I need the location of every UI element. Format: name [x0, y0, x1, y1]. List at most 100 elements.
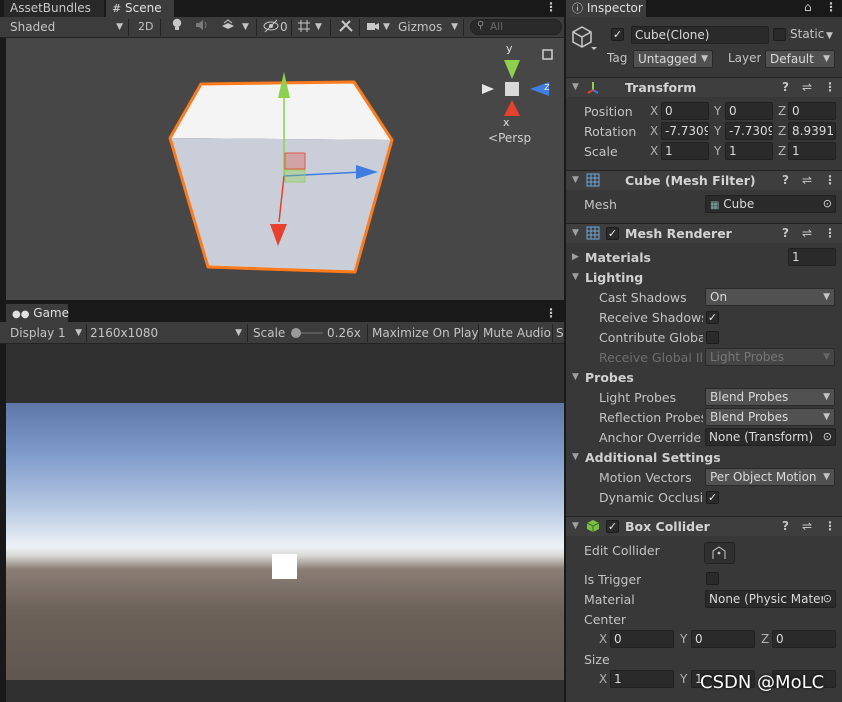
display-dropdown[interactable]: Display 1 ▼	[10, 324, 84, 342]
gizmo-x-cone[interactable]	[504, 100, 520, 116]
chevron-down-icon[interactable]: ▼	[826, 27, 833, 45]
center-x-field[interactable]: 0	[610, 630, 674, 648]
help-icon[interactable]: ?	[782, 519, 789, 533]
resolution-dropdown[interactable]: 2160x1080 ▼	[90, 324, 244, 342]
tab-assetbundles[interactable]: AssetBundles	[4, 0, 104, 17]
tab-game[interactable]: ●● Game	[6, 304, 69, 322]
component-menu-icon[interactable]: ⋮	[824, 173, 836, 187]
size-x-field[interactable]: 1	[610, 670, 674, 688]
shading-mode-dropdown[interactable]: Shaded ▼	[10, 18, 125, 36]
stats-button[interactable]: S	[556, 324, 564, 342]
object-name-field[interactable]: Cube(Clone)	[631, 26, 769, 44]
gizmo-neg-x-cone[interactable]	[482, 84, 494, 94]
help-icon[interactable]: ?	[782, 80, 789, 94]
audio-toggle-icon[interactable]	[194, 17, 210, 35]
additional-settings-label[interactable]: Additional Settings	[585, 450, 721, 465]
mesh-object-field[interactable]: ▦ Cube ⊙	[705, 195, 836, 213]
foldout-expanded-icon[interactable]: ▼	[572, 228, 579, 238]
scale-z-field[interactable]: 1	[788, 142, 836, 160]
game-menu-icon[interactable]: ⋮	[545, 304, 557, 322]
cast-shadows-dropdown[interactable]: On ▼	[705, 288, 835, 306]
chevron-down-icon[interactable]: ▼	[315, 18, 322, 36]
orientation-gizmo[interactable]	[482, 49, 553, 116]
lock-icon[interactable]	[542, 49, 553, 60]
position-z-field[interactable]: 0	[788, 102, 836, 120]
tab-scene[interactable]: # Scene	[106, 0, 174, 17]
projection-toggle[interactable]: <Persp	[488, 131, 531, 145]
inspector-menu-icon[interactable]: ⋮	[825, 0, 837, 17]
component-menu-icon[interactable]: ⋮	[824, 226, 836, 240]
foldout-expanded-icon[interactable]: ▼	[572, 372, 579, 382]
lock-icon[interactable]: ⌂	[804, 0, 812, 17]
lighting-label[interactable]: Lighting	[585, 270, 643, 285]
foldout-expanded-icon[interactable]: ▼	[572, 521, 579, 531]
scale-y-field[interactable]: 1	[725, 142, 773, 160]
game-view[interactable]	[6, 403, 564, 680]
scale-slider-thumb[interactable]	[291, 328, 301, 338]
center-z-field[interactable]: 0	[772, 630, 836, 648]
plane-handle-xy[interactable]	[284, 152, 306, 170]
presets-icon[interactable]: ⇌	[802, 173, 812, 187]
foldout-expanded-icon[interactable]: ▼	[572, 452, 579, 462]
scale-x-field[interactable]: 1	[661, 142, 709, 160]
chevron-down-icon[interactable]: ▼	[242, 18, 249, 36]
foldout-collapsed-icon[interactable]: ▶	[572, 252, 579, 262]
help-icon[interactable]: ?	[782, 173, 789, 187]
grid-toggle-icon[interactable]	[297, 18, 311, 36]
position-y-field[interactable]: 0	[725, 102, 773, 120]
receive-shadows-checkbox[interactable]: ✓	[706, 311, 719, 324]
box-collider-enabled-checkbox[interactable]: ✓	[606, 520, 619, 533]
active-checkbox[interactable]: ✓	[611, 28, 624, 41]
scene-search-input[interactable]: ⚲ All	[470, 19, 562, 35]
toggle-2d-button[interactable]: 2D	[138, 18, 153, 36]
foldout-expanded-icon[interactable]: ▼	[572, 272, 579, 282]
help-icon[interactable]: ?	[782, 226, 789, 240]
chevron-down-icon[interactable]: ▼	[383, 18, 390, 36]
materials-label[interactable]: Materials	[585, 250, 651, 265]
tools-icon[interactable]	[338, 18, 354, 36]
materials-count-field[interactable]: 1	[788, 248, 836, 266]
mute-audio-button[interactable]: Mute Audio	[483, 324, 551, 342]
effects-dropdown[interactable]	[220, 17, 236, 35]
foldout-expanded-icon[interactable]: ▼	[572, 82, 579, 92]
maximize-on-play-button[interactable]: Maximize On Play	[372, 324, 479, 342]
probes-label[interactable]: Probes	[585, 370, 634, 385]
mesh-renderer-enabled-checkbox[interactable]: ✓	[606, 227, 619, 240]
box-collider-header[interactable]: ▼ ✓ Box Collider ? ⇌ ⋮	[566, 516, 842, 536]
object-picker-icon[interactable]: ⊙	[823, 429, 832, 445]
dynamic-occlusion-checkbox[interactable]: ✓	[706, 491, 719, 504]
gizmo-y-cone[interactable]	[504, 60, 520, 79]
rotation-x-field[interactable]: -7.7309	[661, 122, 709, 140]
light-probes-dropdown[interactable]: Blend Probes ▼	[705, 388, 835, 406]
scene-menu-icon[interactable]: ⋮	[545, 0, 557, 17]
scale-slider[interactable]	[291, 328, 323, 338]
scene-viewport[interactable]: y z x <Persp	[6, 38, 564, 300]
object-picker-icon[interactable]: ⊙	[822, 591, 832, 607]
foldout-expanded-icon[interactable]: ▼	[572, 175, 579, 185]
layer-dropdown[interactable]: Default ▼	[765, 50, 835, 68]
rotation-y-field[interactable]: -7.7309	[725, 122, 773, 140]
camera-icon[interactable]	[366, 18, 380, 36]
mesh-filter-header[interactable]: ▼ Cube (Mesh Filter) ? ⇌ ⋮	[566, 170, 842, 190]
static-checkbox[interactable]	[773, 28, 786, 41]
lighting-toggle-icon[interactable]	[171, 17, 183, 35]
center-y-field[interactable]: 0	[691, 630, 755, 648]
hidden-objects-toggle[interactable]: 0	[262, 18, 288, 36]
position-x-field[interactable]: 0	[661, 102, 709, 120]
rotation-z-field[interactable]: 8.93917	[788, 122, 836, 140]
anchor-override-field[interactable]: None (Transform) ⊙	[705, 428, 836, 446]
gizmo-center-cube[interactable]	[505, 82, 519, 96]
physic-material-field[interactable]: None (Physic Mater ⊙	[705, 590, 836, 608]
plane-handle-xz[interactable]	[284, 169, 306, 183]
is-trigger-checkbox[interactable]	[706, 572, 719, 585]
edit-collider-button[interactable]	[704, 542, 735, 564]
mesh-renderer-header[interactable]: ▼ ✓ Mesh Renderer ? ⇌ ⋮	[566, 223, 842, 243]
motion-vectors-dropdown[interactable]: Per Object Motion ▼	[705, 468, 835, 486]
presets-icon[interactable]: ⇌	[802, 226, 812, 240]
object-picker-icon[interactable]: ⊙	[823, 196, 832, 212]
presets-icon[interactable]: ⇌	[802, 80, 812, 94]
tab-inspector[interactable]: ⓘ Inspector	[566, 0, 646, 17]
tag-dropdown[interactable]: Untagged ▼	[633, 50, 713, 68]
reflection-probes-dropdown[interactable]: Blend Probes ▼	[705, 408, 835, 426]
component-menu-icon[interactable]: ⋮	[824, 80, 836, 94]
